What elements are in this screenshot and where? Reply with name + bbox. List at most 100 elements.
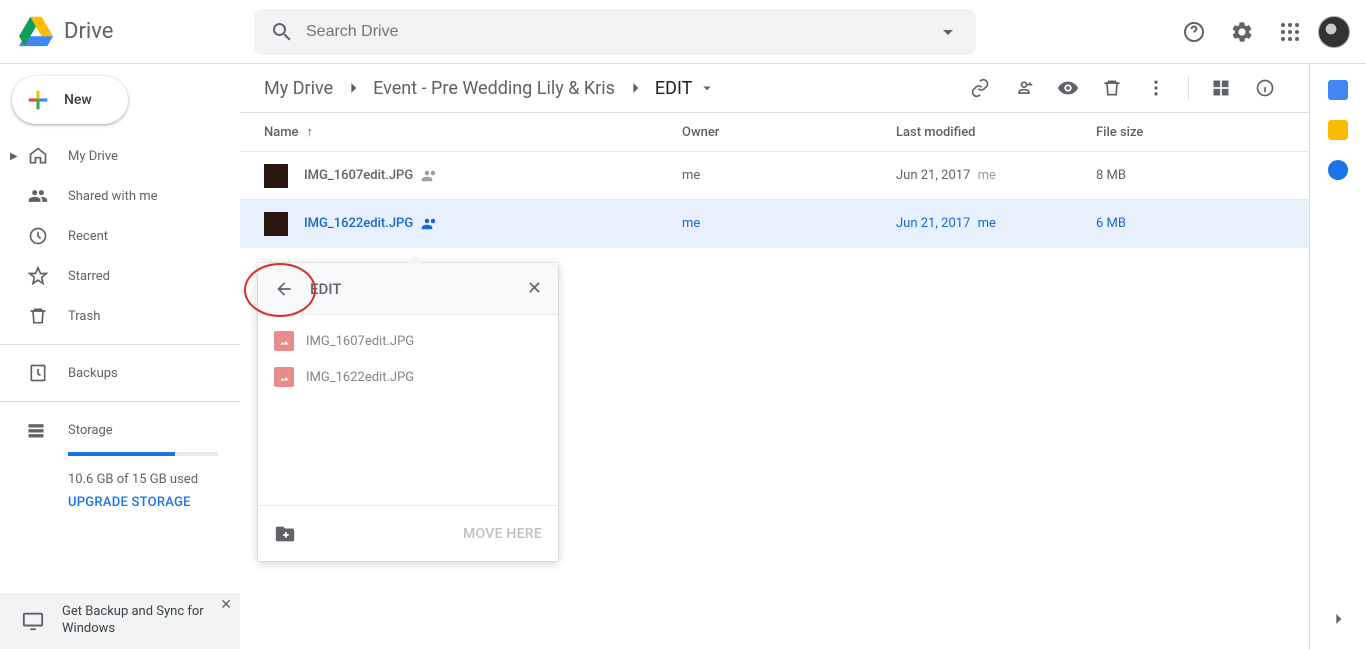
backup-sync-banner[interactable]: Get Backup and Sync for Windows ✕	[0, 593, 240, 649]
delete-icon[interactable]	[1092, 68, 1132, 108]
backup-sync-text: Get Backup and Sync for Windows	[62, 604, 228, 638]
file-row[interactable]: IMG_1607edit.JPGmeJun 21, 2017 me8 MB	[240, 152, 1309, 200]
dropdown-icon[interactable]	[936, 20, 960, 44]
account-avatar[interactable]	[1318, 16, 1350, 48]
move-here-button[interactable]: MOVE HERE	[463, 526, 542, 542]
share-icon[interactable]	[1004, 68, 1044, 108]
file-size: 6 MB	[1096, 216, 1285, 231]
breadcrumb-current[interactable]: EDIT	[655, 78, 716, 99]
nav-label: Starred	[68, 269, 110, 284]
header: Drive	[0, 0, 1366, 64]
details-icon[interactable]	[1245, 68, 1285, 108]
image-file-icon	[274, 331, 294, 351]
nav-label: Trash	[68, 309, 100, 324]
dropdown-icon	[698, 79, 716, 97]
nav-label: My Drive	[68, 149, 118, 164]
move-popup-body: IMG_1607edit.JPGIMG_1622edit.JPG	[258, 315, 558, 505]
back-arrow-icon[interactable]	[274, 279, 298, 299]
column-modified[interactable]: Last modified	[896, 125, 1096, 140]
move-popup-title: EDIT	[306, 280, 527, 298]
file-modified: Jun 21, 2017 me	[896, 216, 1096, 231]
sort-arrow-icon: ↑	[307, 124, 314, 140]
shared-icon	[421, 215, 439, 233]
get-link-icon[interactable]	[960, 68, 1000, 108]
file-thumbnail	[264, 164, 288, 188]
column-name[interactable]: Name ↑	[264, 124, 682, 140]
file-owner: me	[682, 168, 896, 183]
trash-icon	[26, 304, 50, 328]
file-name: IMG_1607edit.JPG	[304, 167, 682, 185]
plus-icon	[24, 86, 52, 114]
help-icon[interactable]	[1174, 12, 1214, 52]
file-size: 8 MB	[1096, 168, 1285, 183]
settings-icon[interactable]	[1222, 12, 1262, 52]
file-owner: me	[682, 216, 896, 231]
recent-icon	[26, 224, 50, 248]
close-icon[interactable]: ✕	[527, 278, 542, 299]
app-name: Drive	[64, 19, 113, 44]
breadcrumb-row: My Drive Event - Pre Wedding Lily & Kris…	[240, 64, 1309, 112]
new-folder-icon[interactable]	[274, 523, 296, 545]
nav-label: Recent	[68, 229, 108, 244]
chevron-right-icon	[625, 78, 645, 98]
nav-storage[interactable]: Storage	[26, 410, 216, 450]
right-rail	[1310, 64, 1366, 649]
file-row[interactable]: IMG_1622edit.JPGmeJun 21, 2017 me6 MB	[240, 200, 1309, 248]
nav-trash[interactable]: Trash	[0, 296, 240, 336]
breadcrumb-item[interactable]: Event - Pre Wedding Lily & Kris	[373, 78, 615, 99]
grid-view-icon[interactable]	[1201, 68, 1241, 108]
nav-label: Shared with me	[68, 189, 158, 204]
file-name: IMG_1622edit.JPG	[304, 215, 682, 233]
upgrade-storage-link[interactable]: UPGRADE STORAGE	[68, 495, 216, 510]
my-drive-icon	[26, 144, 50, 168]
nav-my-drive[interactable]: ▶ My Drive	[0, 136, 240, 176]
chevron-right-icon	[343, 78, 363, 98]
file-thumbnail	[264, 212, 288, 236]
search-bar[interactable]	[254, 9, 976, 55]
nav-label: Backups	[68, 366, 118, 381]
star-icon	[26, 264, 50, 288]
move-popup-item[interactable]: IMG_1622edit.JPG	[258, 359, 558, 395]
logo-area[interactable]: Drive	[16, 12, 254, 52]
new-button[interactable]: New	[12, 76, 128, 124]
header-actions	[1174, 12, 1350, 52]
calendar-app-icon[interactable]	[1328, 80, 1348, 100]
breadcrumb: My Drive Event - Pre Wedding Lily & Kris…	[264, 78, 960, 99]
toolbar	[960, 68, 1285, 108]
nav-recent[interactable]: Recent	[0, 216, 240, 256]
expand-rail-icon[interactable]	[1328, 609, 1348, 629]
storage-icon	[26, 420, 50, 440]
storage-bar	[68, 452, 218, 456]
computer-icon	[22, 609, 46, 633]
tasks-app-icon[interactable]	[1328, 160, 1348, 180]
drive-logo-icon	[16, 12, 56, 52]
move-popup-header: EDIT ✕	[258, 263, 558, 315]
move-popup-item[interactable]: IMG_1607edit.JPG	[258, 323, 558, 359]
table-header: Name ↑ Owner Last modified File size	[240, 112, 1309, 152]
shared-icon	[421, 167, 439, 185]
nav-shared[interactable]: Shared with me	[0, 176, 240, 216]
storage-label: Storage	[68, 423, 113, 438]
column-owner[interactable]: Owner	[682, 125, 896, 140]
move-popup-footer: MOVE HERE	[258, 505, 558, 561]
backups-icon	[26, 361, 50, 385]
sidebar: New ▶ My Drive Shared with me Recent Sta…	[0, 64, 240, 649]
image-file-icon	[274, 367, 294, 387]
apps-icon[interactable]	[1270, 12, 1310, 52]
breadcrumb-item[interactable]: My Drive	[264, 78, 333, 99]
more-icon[interactable]	[1136, 68, 1176, 108]
storage-used-text: 10.6 GB of 15 GB used	[68, 472, 216, 487]
move-to-popup: EDIT ✕ IMG_1607edit.JPGIMG_1622edit.JPG …	[258, 263, 558, 561]
storage-section: Storage 10.6 GB of 15 GB used UPGRADE ST…	[0, 410, 240, 510]
nav-starred[interactable]: Starred	[0, 256, 240, 296]
search-input[interactable]	[306, 23, 936, 41]
keep-app-icon[interactable]	[1328, 120, 1348, 140]
shared-icon	[26, 184, 50, 208]
column-size[interactable]: File size	[1096, 125, 1285, 140]
preview-icon[interactable]	[1048, 68, 1088, 108]
search-icon	[270, 20, 294, 44]
expand-caret-icon[interactable]: ▶	[10, 151, 24, 162]
nav-backups[interactable]: Backups	[0, 353, 240, 393]
close-icon[interactable]: ✕	[220, 597, 232, 613]
new-button-label: New	[64, 92, 92, 108]
